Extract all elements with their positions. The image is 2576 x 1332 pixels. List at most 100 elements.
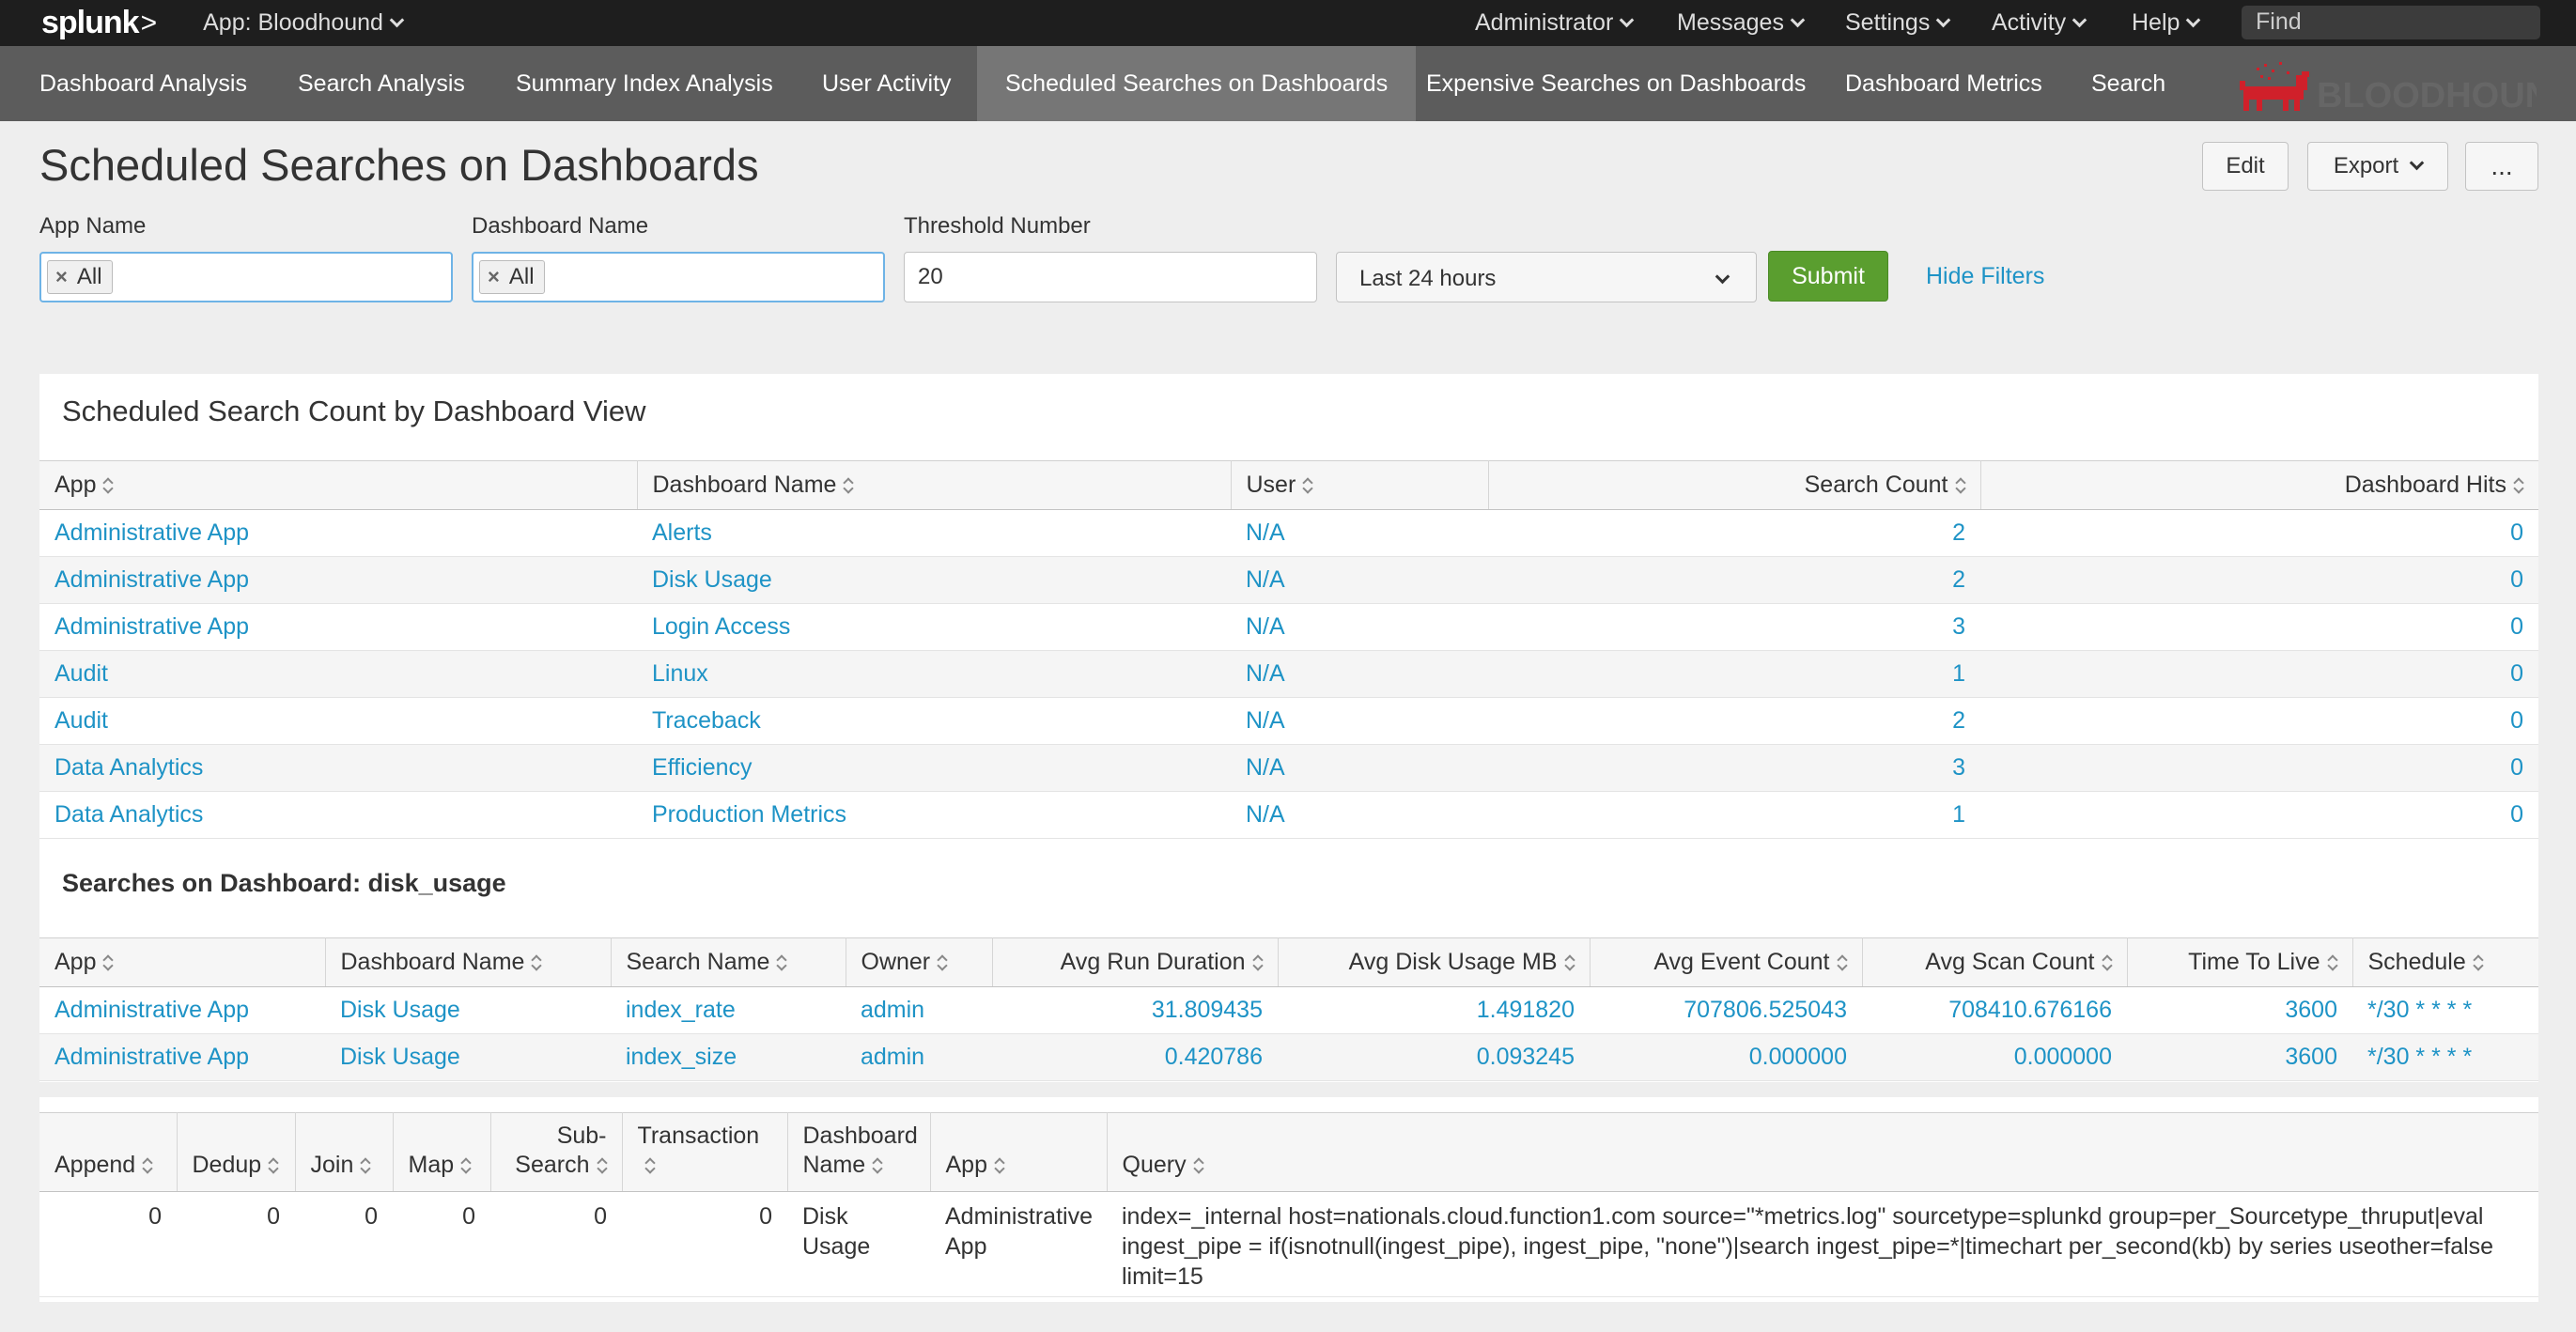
cell-app[interactable]: Administrative App (39, 986, 325, 1034)
col-dashboard-name[interactable]: Dashboard Name (787, 1112, 931, 1192)
nav-dashboard-metrics[interactable]: Dashboard Metrics (1817, 46, 2071, 121)
cell-user[interactable]: N/A (1231, 697, 1488, 745)
nav-search-analysis[interactable]: Search Analysis (270, 46, 493, 121)
splunk-logo[interactable]: splunk > (41, 5, 157, 41)
time-range-picker[interactable]: Last 24 hours (1336, 252, 1757, 302)
nav-summary-index-analysis[interactable]: Summary Index Analysis (488, 46, 801, 121)
cell-app[interactable]: Data Analytics (39, 744, 637, 792)
cell-dashboard-hits[interactable]: 0 (1980, 556, 2538, 604)
cell-dashboard[interactable]: Login Access (637, 603, 1231, 651)
col-search-name[interactable]: Search Name (611, 937, 846, 987)
nav-search[interactable]: Search (2063, 46, 2194, 121)
menu-administrator[interactable]: Administrator (1475, 0, 1635, 46)
col-app[interactable]: App (39, 460, 638, 510)
cell-avg-run-duration[interactable]: 0.420786 (992, 1033, 1278, 1081)
cell-dashboard[interactable]: Efficiency (637, 744, 1231, 792)
cell-time-to-live[interactable]: 3600 (2127, 986, 2352, 1034)
col-avg-run-duration[interactable]: Avg Run Duration (992, 937, 1279, 987)
col-dedup[interactable]: Dedup (177, 1112, 296, 1192)
col-user[interactable]: User (1231, 460, 1489, 510)
table-row[interactable]: Audit Traceback N/A 2 0 (39, 697, 2538, 745)
nav-scheduled-searches[interactable]: Scheduled Searches on Dashboards (977, 46, 1417, 121)
table-row[interactable]: Data Analytics Production Metrics N/A 1 0 (39, 791, 2538, 839)
table-row[interactable]: Audit Linux N/A 1 0 (39, 650, 2538, 698)
cell-avg-scan-count[interactable]: 708410.676166 (1862, 986, 2127, 1034)
cell-dashboard-hits[interactable]: 0 (1980, 650, 2538, 698)
cell-user[interactable]: N/A (1231, 603, 1488, 651)
dashboard-name-multiselect[interactable]: × All (472, 252, 885, 302)
col-dashboard-name[interactable]: Dashboard Name (325, 937, 612, 987)
remove-token-icon[interactable]: × (55, 265, 68, 289)
threshold-input[interactable]: 20 (904, 252, 1317, 302)
cell-user[interactable]: N/A (1231, 509, 1488, 557)
col-dashboard-name[interactable]: Dashboard Name (637, 460, 1232, 510)
cell-search-count[interactable]: 2 (1488, 509, 1980, 557)
cell-app[interactable]: Data Analytics (39, 791, 637, 839)
col-avg-event-count[interactable]: Avg Event Count (1590, 937, 1863, 987)
cell-search-count[interactable]: 1 (1488, 650, 1980, 698)
table-row[interactable]: 0 0 0 0 0 0 Disk Usage Administrative Ap… (39, 1191, 2538, 1297)
cell-user[interactable]: N/A (1231, 744, 1488, 792)
remove-token-icon[interactable]: × (488, 265, 500, 289)
cell-dashboard-hits[interactable]: 0 (1980, 744, 2538, 792)
table-row[interactable]: Administrative App Login Access N/A 3 0 (39, 603, 2538, 651)
cell-dashboard[interactable]: Production Metrics (637, 791, 1231, 839)
cell-avg-disk-usage[interactable]: 1.491820 (1278, 986, 1590, 1034)
cell-app[interactable]: Administrative App (39, 509, 637, 557)
menu-messages[interactable]: Messages (1677, 0, 1806, 46)
cell-search-name[interactable]: index_size (611, 1033, 846, 1081)
nav-dashboard-analysis[interactable]: Dashboard Analysis (11, 46, 275, 121)
col-append[interactable]: Append (39, 1112, 178, 1192)
menu-help[interactable]: Help (2132, 0, 2201, 46)
col-avg-scan-count[interactable]: Avg Scan Count (1862, 937, 2128, 987)
table-row[interactable]: Data Analytics Efficiency N/A 3 0 (39, 744, 2538, 792)
hide-filters-link[interactable]: Hide Filters (1926, 263, 2044, 290)
cell-avg-event-count[interactable]: 0.000000 (1590, 1033, 1862, 1081)
export-button[interactable]: Export (2307, 142, 2448, 191)
cell-dashboard[interactable]: Traceback (637, 697, 1231, 745)
col-schedule[interactable]: Schedule (2352, 937, 2538, 987)
cell-app[interactable]: Audit (39, 650, 637, 698)
cell-search-count[interactable]: 1 (1488, 791, 1980, 839)
cell-search-count[interactable]: 3 (1488, 744, 1980, 792)
col-app[interactable]: App (930, 1112, 1108, 1192)
nav-expensive-searches[interactable]: Expensive Searches on Dashboards (1398, 46, 1834, 121)
cell-avg-event-count[interactable]: 707806.525043 (1590, 986, 1862, 1034)
cell-avg-run-duration[interactable]: 31.809435 (992, 986, 1278, 1034)
col-sub-search[interactable]: Sub-Search (490, 1112, 623, 1192)
cell-search-count[interactable]: 3 (1488, 603, 1980, 651)
cell-app[interactable]: Administrative App (39, 603, 637, 651)
col-owner[interactable]: Owner (846, 937, 993, 987)
cell-user[interactable]: N/A (1231, 650, 1488, 698)
nav-user-activity[interactable]: User Activity (794, 46, 980, 121)
cell-app[interactable]: Audit (39, 697, 637, 745)
cell-dashboard[interactable]: Alerts (637, 509, 1231, 557)
cell-dashboard[interactable]: Disk Usage (325, 1033, 611, 1081)
submit-button[interactable]: Submit (1768, 251, 1888, 302)
col-time-to-live[interactable]: Time To Live (2127, 937, 2353, 987)
cell-dashboard[interactable]: Disk Usage (637, 556, 1231, 604)
cell-dashboard-hits[interactable]: 0 (1980, 509, 2538, 557)
table-row[interactable]: Administrative App Disk Usage index_rate ad… (39, 986, 2538, 1034)
menu-activity[interactable]: Activity (1992, 0, 2087, 46)
cell-search-count[interactable]: 2 (1488, 556, 1980, 604)
cell-owner[interactable]: admin (846, 986, 992, 1034)
cell-dashboard[interactable]: Linux (637, 650, 1231, 698)
col-transaction[interactable]: Transaction (622, 1112, 788, 1192)
cell-app[interactable]: Administrative App (39, 1033, 325, 1081)
cell-dashboard[interactable]: Disk Usage (325, 986, 611, 1034)
cell-dashboard-hits[interactable]: 0 (1980, 603, 2538, 651)
col-avg-disk-usage[interactable]: Avg Disk Usage MB (1278, 937, 1591, 987)
cell-avg-scan-count[interactable]: 0.000000 (1862, 1033, 2127, 1081)
table-row[interactable]: Administrative App Alerts N/A 2 0 (39, 509, 2538, 557)
cell-time-to-live[interactable]: 3600 (2127, 1033, 2352, 1081)
app-name-multiselect[interactable]: × All (39, 252, 453, 302)
col-dashboard-hits[interactable]: Dashboard Hits (1980, 460, 2538, 510)
cell-user[interactable]: N/A (1231, 556, 1488, 604)
find-input[interactable]: Find (2242, 6, 2540, 39)
cell-user[interactable]: N/A (1231, 791, 1488, 839)
table-row[interactable]: Administrative App Disk Usage N/A 2 0 (39, 556, 2538, 604)
menu-settings[interactable]: Settings (1845, 0, 1951, 46)
col-search-count[interactable]: Search Count (1488, 460, 1981, 510)
app-selector[interactable]: App: Bloodhound (203, 9, 405, 37)
